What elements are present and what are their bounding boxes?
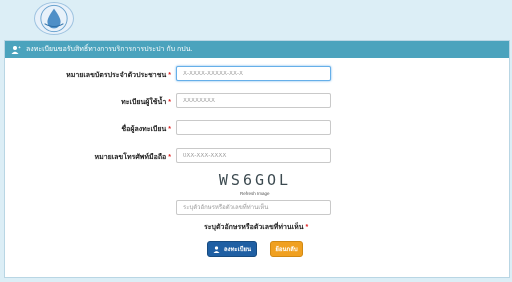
refresh-image-link[interactable]: Refresh Image xyxy=(240,191,270,196)
id-card-label-text: หมายเลขบัตรประจำตัวประชาชน xyxy=(66,72,167,79)
panel-header: ลงทะเบียนขอรับสิทธิ์ทางการบริการการประปา… xyxy=(5,41,509,58)
water-user-label: ทะเบียนผู้ใช้น้ำ * xyxy=(121,97,171,108)
captcha-note: ระบุตัวอักษรหรือตัวเลขที่ท่านเห็น * xyxy=(204,222,308,233)
water-user-label-text: ทะเบียนผู้ใช้น้ำ xyxy=(121,99,167,106)
captcha-image: WS6GOL xyxy=(218,171,292,189)
register-button[interactable]: ลงทะเบียน xyxy=(207,241,257,257)
required-mark: * xyxy=(168,72,171,79)
mobile-phone-input[interactable] xyxy=(176,148,331,163)
mobile-phone-label-text: หมายเลขโทรศัพท์มือถือ xyxy=(94,154,167,161)
user-icon xyxy=(213,245,220,253)
mobile-phone-label: หมายเลขโทรศัพท์มือถือ * xyxy=(94,152,171,163)
captcha-input[interactable] xyxy=(176,200,331,215)
required-mark: * xyxy=(168,154,171,161)
captcha-note-text: ระบุตัวอักษรหรือตัวเลขที่ท่านเห็น xyxy=(204,224,304,231)
back-button[interactable]: ย้อนกลับ xyxy=(270,241,303,257)
id-card-input[interactable] xyxy=(176,66,331,81)
id-card-label: หมายเลขบัตรประจำตัวประชาชน * xyxy=(66,70,171,81)
back-button-label: ย้อนกลับ xyxy=(275,247,298,253)
required-mark: * xyxy=(168,99,171,106)
registrant-name-label: ชื่อผู้ลงทะเบียน * xyxy=(121,124,171,135)
required-mark: * xyxy=(305,224,309,231)
registrant-name-label-text: ชื่อผู้ลงทะเบียน xyxy=(121,126,167,133)
registrant-name-input[interactable] xyxy=(176,120,331,135)
required-mark: * xyxy=(168,126,171,133)
water-user-input[interactable] xyxy=(176,93,331,108)
register-button-label: ลงทะเบียน xyxy=(223,247,252,253)
panel-title: ลงทะเบียนขอรับสิทธิ์ทางการบริการการประปา… xyxy=(26,46,193,53)
user-plus-icon xyxy=(11,45,21,55)
water-authority-logo-icon xyxy=(34,2,74,35)
